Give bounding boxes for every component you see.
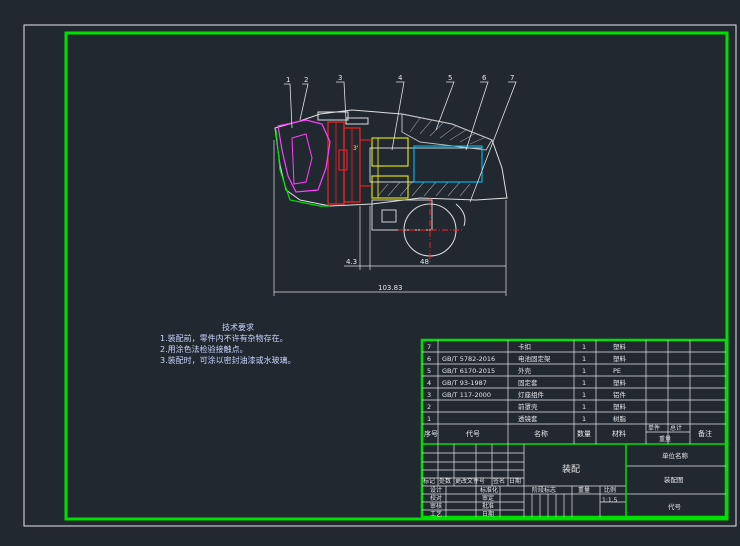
bom-cell-mat: 塑料 xyxy=(613,378,627,387)
dimension-lines xyxy=(273,140,507,296)
bom-cell-code: GB/T 93-1987 xyxy=(442,379,487,387)
bom-cell-name: 透镜套 xyxy=(518,414,538,423)
review-label: 审定 xyxy=(482,494,494,502)
approve-label: 批准 xyxy=(482,502,494,510)
bom-cell-mat: PE xyxy=(613,367,621,375)
bom-header-remark: 备注 xyxy=(698,429,712,438)
bom-cell-no: 4 xyxy=(427,379,431,387)
standardization-label: 标准化 xyxy=(480,486,498,494)
mark-row-cell: 更改文件号 xyxy=(455,477,485,485)
technical-requirements: 技术要求 1.装配前，零件内不许有杂物存在。 2.用涂色法检验接触点。 3.装配… xyxy=(160,322,296,366)
bom-header-total: 总计 xyxy=(670,424,682,432)
balloon-5: 5 xyxy=(448,74,452,82)
bom-cell-code: GB/T 6170-2015 xyxy=(442,367,495,375)
balloon-4: 4 xyxy=(398,74,403,82)
bom-cell-mat: 铝件 xyxy=(613,390,627,399)
bom-cell-code: GB/T 5782-2016 xyxy=(442,355,495,363)
balloon-2: 2 xyxy=(304,76,308,84)
tech-item: 1.装配前，零件内不许有杂物存在。 xyxy=(160,334,288,343)
bom-cell-name: 卡扣 xyxy=(518,342,531,351)
scale-value: 1:1.5 xyxy=(602,497,618,504)
bom-cell-name: 灯座组件 xyxy=(518,390,545,399)
mark-row-cell: 签名 xyxy=(493,477,505,485)
bom-cell-mat: 塑料 xyxy=(613,402,627,411)
mark-row-cell: 处数 xyxy=(439,477,451,485)
tech-item: 3.装配时，可涂以密封油漆或水玻璃。 xyxy=(160,356,296,365)
leader-lines xyxy=(284,81,517,203)
bom-cell-mat: 塑料 xyxy=(613,354,627,363)
dimension-text: 48 xyxy=(420,258,429,266)
bom-header-name: 名称 xyxy=(534,429,548,438)
design-label: 设计 xyxy=(430,486,442,494)
bom-cell-no: 5 xyxy=(427,367,431,375)
assembly-view: 3' xyxy=(274,109,508,262)
drawing-name: 装配图 xyxy=(664,475,684,484)
check-label: 校对 xyxy=(430,494,442,502)
bom-cell-no: 2 xyxy=(427,403,431,411)
unit-name: 单位名称 xyxy=(662,451,689,460)
bom-cell-qty: 1 xyxy=(582,403,586,411)
balloon-7: 7 xyxy=(510,74,514,82)
bom-header: 序号 代号 名称 数量 材料 单件 总计 重量 备注 xyxy=(424,424,712,443)
bom-header-unit: 单件 xyxy=(648,424,660,432)
mark-row-cell: 标记 xyxy=(423,477,435,485)
bom-cell-code: GB/T 117-2000 xyxy=(442,391,491,399)
balloon-1: 1 xyxy=(286,76,290,84)
mark-row-cell: 日期 xyxy=(509,477,521,485)
bom-cell-qty: 1 xyxy=(582,355,586,363)
bom-header-code: 代号 xyxy=(466,429,480,438)
bom-cell-qty: 1 xyxy=(582,343,586,351)
sheet-border xyxy=(23,24,737,527)
bom-cell-mat: 树脂 xyxy=(613,414,627,423)
bom-header-material: 材料 xyxy=(612,429,626,438)
dimension-text: 4.3 xyxy=(346,258,357,266)
balloon-3: 3 xyxy=(338,74,342,82)
assembly-name: 装配 xyxy=(562,463,580,475)
svg-text:3': 3' xyxy=(353,145,359,152)
bom-cell-no: 7 xyxy=(427,343,431,351)
drawing-canvas: 3' 1 2 3 4 5 6 7 4.3 48 103.83 7 卡扣 1 塑料… xyxy=(23,24,737,527)
bom-cell-name: 外壳 xyxy=(518,366,532,375)
craft-label: 工艺 xyxy=(430,510,442,518)
bom-cell-no: 3 xyxy=(427,391,431,399)
bom-cell-name: 前罩壳 xyxy=(518,402,538,411)
bom-cell-qty: 1 xyxy=(582,391,586,399)
dimension-text: 103.83 xyxy=(378,284,403,292)
bom-cell-mat: 塑料 xyxy=(613,342,627,351)
bom-cell-no: 6 xyxy=(427,355,431,363)
stage-label: 阶段标志 xyxy=(532,486,556,494)
bom-cell-name: 固定套 xyxy=(518,378,538,387)
weight-label: 重量 xyxy=(578,486,590,494)
bom-cell-qty: 1 xyxy=(582,379,586,387)
dimension-texts: 4.3 48 103.83 xyxy=(346,258,429,292)
bom-rows: 7 卡扣 1 塑料 6 GB/T 5782-2016 电池固定架 1 塑料 5 GB/T 6170-… xyxy=(427,342,627,423)
bom-cell-qty: 1 xyxy=(582,415,586,423)
code-label: 代号 xyxy=(668,502,682,511)
bom-cell-no: 1 xyxy=(427,415,431,423)
bom-cell-name: 电池固定架 xyxy=(518,354,551,363)
date-label: 日期 xyxy=(482,510,494,518)
tech-item: 2.用涂色法检验接触点。 xyxy=(160,345,248,354)
audit-label: 审核 xyxy=(430,502,442,510)
balloon-6: 6 xyxy=(482,74,487,82)
bom-header-no: 序号 xyxy=(424,429,438,438)
scale-label: 比例 xyxy=(604,486,616,494)
balloon-labels: 1 2 3 4 5 6 7 xyxy=(286,74,514,84)
bom-header-weight: 重量 xyxy=(659,435,671,443)
tech-title: 技术要求 xyxy=(222,323,254,332)
bom-header-qty: 数量 xyxy=(577,429,591,438)
bom-cell-qty: 1 xyxy=(582,367,586,375)
drawing-frame xyxy=(64,31,729,521)
